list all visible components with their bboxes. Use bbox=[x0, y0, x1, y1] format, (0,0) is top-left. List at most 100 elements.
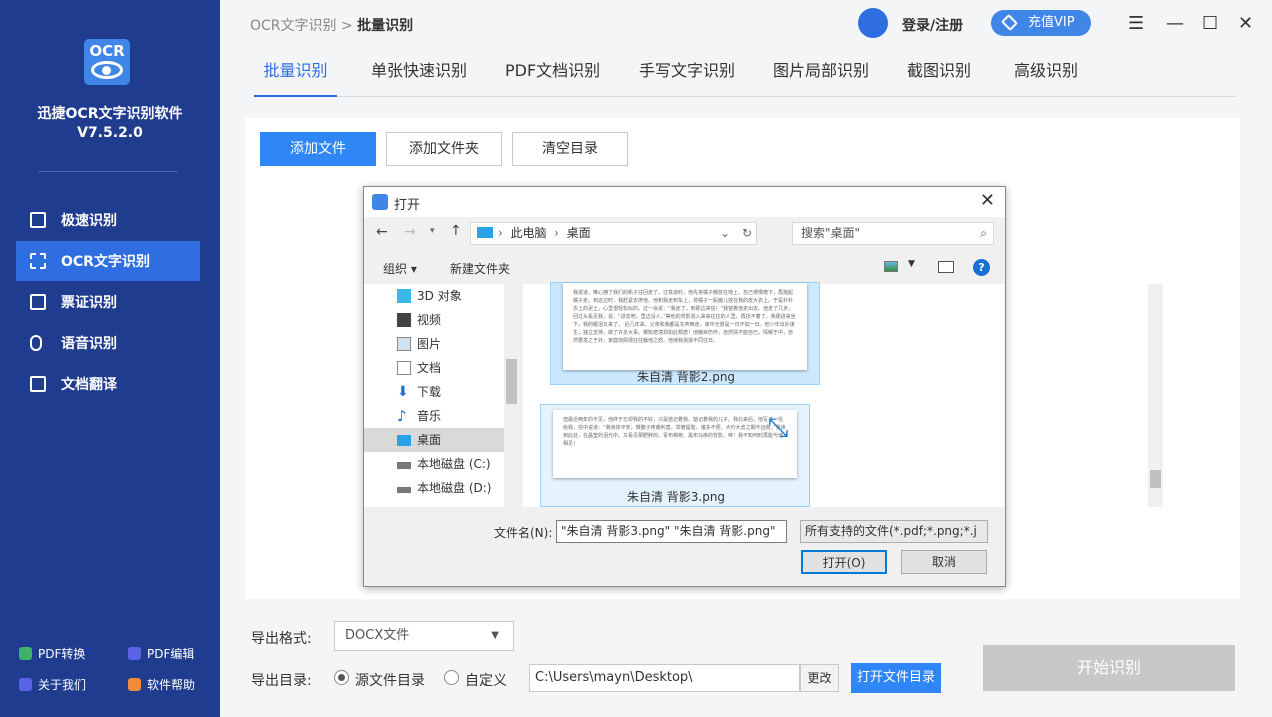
sidebar-item-label: 极速识别 bbox=[61, 213, 117, 229]
minimize-icon[interactable]: — bbox=[1166, 13, 1184, 34]
radio-custom-dir[interactable] bbox=[444, 670, 459, 685]
radio-source-dir[interactable] bbox=[334, 670, 349, 685]
tree-item-desktop[interactable]: 桌面 bbox=[364, 428, 504, 452]
preview-pane-icon[interactable] bbox=[938, 261, 954, 273]
sidebar-item-fast[interactable]: 极速识别 bbox=[16, 200, 200, 240]
tree-item-label: 文档 bbox=[417, 361, 442, 375]
maximize-icon[interactable]: ☐ bbox=[1202, 13, 1218, 34]
sidebar-item-label: OCR文字识别 bbox=[61, 254, 150, 270]
address-dropdown-icon[interactable]: ⌄ bbox=[720, 223, 730, 244]
filetype-select[interactable]: 所有支持的文件(*.pdf;*.png;*.j bbox=[800, 520, 988, 543]
sidebar-item-translate[interactable]: 文档翻译 bbox=[16, 364, 200, 404]
clear-list-button[interactable]: 清空目录 bbox=[512, 132, 628, 166]
expand-arrows-icon: ⤡ bbox=[767, 413, 789, 443]
tab-partial[interactable]: 图片局部识别 bbox=[773, 52, 869, 97]
add-file-button[interactable]: 添加文件 bbox=[260, 132, 376, 166]
pdf-edit-icon bbox=[128, 647, 141, 660]
lightning-doc-icon bbox=[30, 212, 46, 228]
close-icon[interactable]: ✕ bbox=[1238, 13, 1253, 34]
new-folder-button[interactable]: 新建文件夹 bbox=[450, 260, 510, 277]
output-path-input[interactable]: C:\Users\mayn\Desktop\ bbox=[529, 664, 800, 692]
change-path-button[interactable]: 更改 bbox=[800, 664, 839, 692]
tree-item-label: 桌面 bbox=[417, 433, 442, 447]
scrollbar-thumb[interactable] bbox=[506, 359, 517, 404]
refresh-icon[interactable]: ↻ bbox=[742, 223, 752, 244]
up-icon[interactable]: ↑ bbox=[450, 223, 462, 239]
drive-icon bbox=[397, 462, 411, 469]
back-icon[interactable]: ← bbox=[376, 224, 388, 240]
sidebar-item-label: 票证识别 bbox=[61, 295, 117, 311]
about-link[interactable]: 关于我们 bbox=[19, 676, 86, 693]
drive-icon bbox=[397, 487, 411, 493]
files-scrollbar[interactable] bbox=[1148, 284, 1163, 507]
open-folder-button[interactable]: 打开文件目录 bbox=[851, 663, 941, 693]
tab-pdf[interactable]: PDF文档识别 bbox=[505, 52, 600, 97]
translate-icon bbox=[30, 376, 46, 392]
tab-single[interactable]: 单张快速识别 bbox=[371, 52, 467, 97]
vip-label: 充值VIP bbox=[1028, 15, 1075, 30]
user-avatar-icon[interactable] bbox=[858, 8, 888, 38]
tab-batch[interactable]: 批量识别 bbox=[254, 52, 337, 97]
link-label: 软件帮助 bbox=[147, 678, 196, 692]
export-format-select[interactable]: DOCX文件 ▼ bbox=[334, 621, 514, 651]
help-icon[interactable]: ? bbox=[973, 259, 990, 276]
open-file-dialog: 打开 ✕ ← → ▾ ↑ › 此电脑 › 桌面 ⌄ ↻ 搜索"桌面" ⌕ 组织 ▾… bbox=[363, 186, 1163, 587]
tab-handwriting[interactable]: 手写文字识别 bbox=[639, 52, 735, 97]
tree-item-drive-d[interactable]: 本地磁盘 (D:) bbox=[364, 476, 504, 500]
view-options-icon[interactable] bbox=[884, 261, 898, 272]
tree-item-label: 本地磁盘 (D:) bbox=[417, 481, 492, 495]
add-folder-button[interactable]: 添加文件夹 bbox=[386, 132, 502, 166]
dialog-open-button[interactable]: 打开(O) bbox=[801, 550, 887, 574]
breadcrumb-separator: > bbox=[340, 18, 353, 34]
vip-button[interactable]: 充值VIP bbox=[991, 10, 1091, 36]
tree-item-music[interactable]: ♪ 音乐 bbox=[364, 404, 504, 428]
diamond-icon bbox=[1001, 14, 1018, 31]
search-placeholder: 搜索"桌面" bbox=[801, 226, 861, 240]
tab-bar: 批量识别 单张快速识别 PDF文档识别 手写文字识别 图片局部识别 截图识别 高… bbox=[254, 52, 1236, 97]
pdf-edit-link[interactable]: PDF编辑 bbox=[128, 645, 194, 662]
scrollbar-thumb[interactable] bbox=[1150, 470, 1161, 488]
tree-item-videos[interactable]: 视频 bbox=[364, 308, 504, 332]
dialog-titlebar: 打开 ✕ bbox=[364, 187, 1005, 217]
tree-item-label: 音乐 bbox=[417, 409, 442, 423]
file-item-2[interactable]: 但最近两年的不见，他终于忘却我的不好，只是惦记着我，惦记着我的儿子。我北来后，他… bbox=[540, 404, 810, 507]
help-icon bbox=[128, 678, 141, 691]
tree-item-downloads[interactable]: ⬇ 下载 bbox=[364, 380, 504, 404]
login-button[interactable]: 登录/注册 bbox=[902, 15, 963, 35]
sidebar-item-ticket[interactable]: 票证识别 bbox=[16, 282, 200, 322]
path-segment-desktop[interactable]: 桌面 bbox=[567, 226, 591, 240]
film-icon bbox=[397, 313, 411, 327]
tree-item-pictures[interactable]: 图片 bbox=[364, 332, 504, 356]
dialog-close-icon[interactable]: ✕ bbox=[980, 190, 995, 211]
tree-item-3d[interactable]: 3D 对象 bbox=[364, 284, 504, 308]
sidebar-item-ocr[interactable]: OCR文字识别 bbox=[16, 241, 200, 281]
recent-dropdown-icon[interactable]: ▾ bbox=[430, 226, 435, 236]
pdf-convert-link[interactable]: PDF转换 bbox=[19, 645, 85, 662]
help-link[interactable]: 软件帮助 bbox=[128, 676, 195, 693]
menu-icon[interactable]: ☰ bbox=[1128, 13, 1144, 34]
divider bbox=[38, 171, 178, 172]
tab-advanced[interactable]: 高级识别 bbox=[1014, 52, 1078, 97]
filename-input[interactable]: "朱自清 背影3.png" "朱自清 背影.png" bbox=[556, 520, 787, 543]
address-bar[interactable]: › 此电脑 › 桌面 ⌄ ↻ bbox=[470, 222, 757, 245]
start-recognition-button[interactable]: 开始识别 bbox=[983, 645, 1235, 691]
organize-menu[interactable]: 组织 ▾ bbox=[383, 260, 417, 277]
link-label: PDF编辑 bbox=[147, 647, 195, 661]
forward-icon[interactable]: → bbox=[404, 224, 416, 240]
tree-item-drive-c[interactable]: 本地磁盘 (C:) bbox=[364, 452, 504, 476]
search-input[interactable]: 搜索"桌面" ⌕ bbox=[792, 222, 994, 245]
dialog-cancel-button[interactable]: 取消 bbox=[901, 550, 987, 574]
microphone-icon bbox=[30, 335, 42, 351]
tree-item-documents[interactable]: 文档 bbox=[364, 356, 504, 380]
file-name: 朱自清 背影2.png bbox=[636, 370, 736, 384]
app-icon bbox=[372, 194, 388, 210]
file-item-1[interactable]: 我说道，唯心拥了我们的帆子往回走了。过铁道时，他先将橘子散放在地上，自己慢慢爬下… bbox=[550, 282, 820, 385]
view-dropdown-icon[interactable]: ▼ bbox=[908, 259, 915, 269]
tab-screenshot[interactable]: 截图识别 bbox=[907, 52, 971, 97]
path-segment-pc[interactable]: 此电脑 bbox=[510, 226, 546, 240]
tree-scrollbar[interactable] bbox=[504, 284, 519, 507]
desktop-icon bbox=[397, 435, 411, 446]
sidebar-item-voice[interactable]: 语音识别 bbox=[16, 323, 200, 363]
breadcrumb-parent[interactable]: OCR文字识别 bbox=[250, 18, 337, 34]
export-format-label: 导出格式: bbox=[251, 631, 312, 647]
